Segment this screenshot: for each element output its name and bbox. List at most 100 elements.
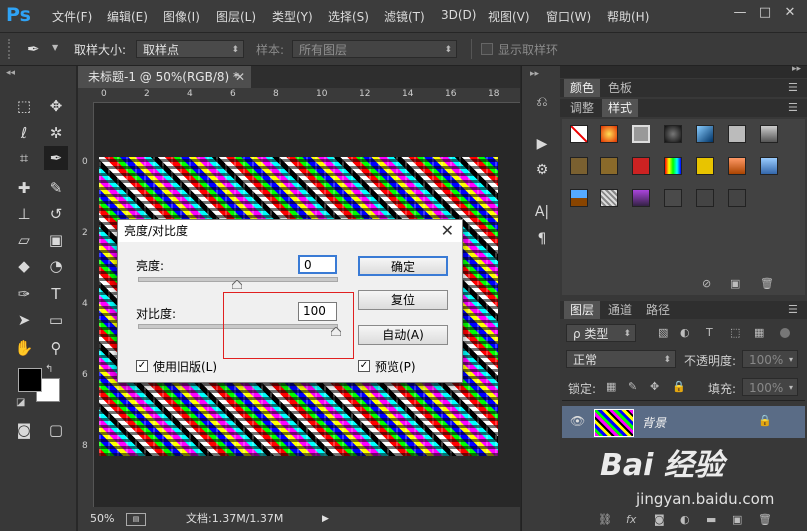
style-swatch[interactable] bbox=[696, 125, 714, 143]
style-none-swatch[interactable] bbox=[570, 125, 588, 143]
layer-filter-dropdown[interactable]: ρ 类型 ⬍ bbox=[566, 324, 636, 342]
actions-panel-icon[interactable]: ▶ bbox=[530, 134, 554, 154]
path-selection-tool-icon[interactable]: ➤ bbox=[14, 310, 34, 330]
status-options-icon[interactable]: ▤ bbox=[126, 513, 146, 526]
menu-type[interactable]: 类型(Y) bbox=[272, 8, 313, 25]
filter-shape-icon[interactable]: ⬚ bbox=[730, 326, 740, 339]
foreground-color-swatch[interactable] bbox=[18, 368, 42, 392]
lock-pixels-icon[interactable]: ✎ bbox=[628, 380, 637, 393]
eraser-tool-icon[interactable]: ▱ bbox=[14, 230, 34, 250]
eyedropper-tool-icon[interactable]: ✒ bbox=[27, 39, 47, 59]
move-tool-icon[interactable]: ✥ bbox=[46, 96, 66, 116]
style-swatch[interactable] bbox=[760, 157, 778, 175]
zoom-tool-icon[interactable]: ⚲ bbox=[46, 338, 66, 358]
style-swatch[interactable] bbox=[570, 157, 588, 175]
menu-help[interactable]: 帮助(H) bbox=[607, 8, 649, 25]
menu-layer[interactable]: 图层(L) bbox=[216, 8, 256, 25]
style-swatch[interactable] bbox=[664, 125, 682, 143]
link-layers-icon[interactable]: ⛓ bbox=[598, 513, 612, 526]
reset-button[interactable]: 复位 bbox=[358, 290, 448, 310]
menu-select[interactable]: 选择(S) bbox=[328, 8, 369, 25]
auto-button[interactable]: 自动(A) bbox=[358, 325, 448, 345]
style-swatch[interactable] bbox=[664, 157, 682, 175]
brightness-slider-thumb[interactable] bbox=[232, 280, 242, 289]
style-swatch[interactable] bbox=[570, 189, 588, 207]
swap-colors-icon[interactable]: ↰ bbox=[45, 364, 53, 375]
filter-smart-icon[interactable]: ▦ bbox=[754, 326, 764, 339]
lock-all-icon[interactable]: 🔒 bbox=[672, 380, 686, 393]
marquee-tool-icon[interactable]: ⬚ bbox=[14, 96, 34, 116]
lasso-tool-icon[interactable]: ℓ bbox=[14, 123, 34, 143]
dialog-close-icon[interactable]: ✕ bbox=[441, 220, 454, 242]
filter-adjustment-icon[interactable]: ◐ bbox=[680, 326, 690, 339]
expand-panels-icon[interactable]: ▸▸ bbox=[530, 69, 539, 79]
style-swatch[interactable] bbox=[632, 157, 650, 175]
tab-adjustments[interactable]: 调整 bbox=[564, 99, 600, 117]
tab-paths[interactable]: 路径 bbox=[640, 301, 676, 319]
menu-filter[interactable]: 滤镜(T) bbox=[384, 8, 425, 25]
tool-preset-chevron-icon[interactable]: ▼ bbox=[52, 43, 58, 52]
layer-name[interactable]: 背景 bbox=[642, 414, 666, 431]
minimize-button[interactable]: — bbox=[730, 3, 750, 23]
eyedropper-tool-selected-icon[interactable]: ✒ bbox=[44, 146, 68, 170]
character-panel-icon[interactable]: A| bbox=[530, 202, 554, 222]
blend-mode-dropdown[interactable]: 正常 ⬍ bbox=[566, 350, 676, 368]
panel-menu-icon[interactable]: ☰ bbox=[788, 303, 798, 316]
sample-dropdown[interactable]: 所有图层 ⬍ bbox=[292, 40, 457, 58]
history-brush-tool-icon[interactable]: ↺ bbox=[46, 204, 66, 224]
properties-panel-icon[interactable]: ⚙ bbox=[530, 160, 554, 180]
style-swatch[interactable] bbox=[600, 189, 618, 207]
document-tab[interactable]: 未标题-1 @ 50%(RGB/8) * ✕ bbox=[78, 66, 251, 88]
hand-tool-icon[interactable]: ✋ bbox=[14, 338, 34, 358]
tab-channels[interactable]: 通道 bbox=[602, 301, 638, 319]
history-panel-icon[interactable]: ⎌ bbox=[530, 92, 554, 112]
zoom-level[interactable]: 50% bbox=[90, 507, 114, 531]
filter-toggle[interactable] bbox=[780, 328, 790, 338]
new-style-icon[interactable]: ▣ bbox=[730, 277, 740, 290]
clear-style-icon[interactable]: ⊘ bbox=[702, 277, 711, 290]
layer-row-background[interactable]: 👁 背景 🔒 bbox=[562, 406, 805, 438]
menu-3d[interactable]: 3D(D) bbox=[441, 8, 476, 22]
filter-type-icon[interactable]: T bbox=[706, 326, 713, 339]
screen-mode-icon[interactable]: ▢ bbox=[46, 420, 66, 440]
close-window-button[interactable]: ✕ bbox=[780, 3, 800, 23]
tab-styles[interactable]: 样式 bbox=[602, 99, 639, 117]
magic-wand-tool-icon[interactable]: ✲ bbox=[46, 123, 66, 143]
style-swatch[interactable] bbox=[728, 157, 746, 175]
preview-checkbox[interactable]: ✓ bbox=[358, 360, 370, 372]
tab-layers[interactable]: 图层 bbox=[564, 301, 601, 319]
default-colors-icon[interactable]: ◪ bbox=[16, 397, 25, 408]
menu-view[interactable]: 视图(V) bbox=[488, 8, 530, 25]
menu-image[interactable]: 图像(I) bbox=[163, 8, 200, 25]
blur-tool-icon[interactable]: ◆ bbox=[14, 256, 34, 276]
paragraph-panel-icon[interactable]: ¶ bbox=[530, 229, 554, 249]
menu-edit[interactable]: 编辑(E) bbox=[107, 8, 148, 25]
brightness-input[interactable]: 0 bbox=[298, 255, 337, 274]
type-tool-icon[interactable]: T bbox=[46, 284, 66, 304]
style-swatch[interactable] bbox=[632, 189, 650, 207]
collapse-tools-icon[interactable]: ◂◂ bbox=[6, 68, 15, 78]
tab-swatches[interactable]: 色板 bbox=[602, 79, 638, 97]
restore-button[interactable]: □ bbox=[755, 3, 775, 23]
close-tab-icon[interactable]: ✕ bbox=[235, 66, 245, 88]
panel-menu-icon[interactable]: ☰ bbox=[788, 81, 798, 94]
style-swatch[interactable] bbox=[600, 125, 618, 143]
pen-tool-icon[interactable]: ✑ bbox=[14, 284, 34, 304]
style-swatch[interactable] bbox=[728, 125, 746, 143]
style-swatch[interactable] bbox=[600, 157, 618, 175]
menu-file[interactable]: 文件(F) bbox=[52, 8, 92, 25]
stamp-tool-icon[interactable]: ⊥ bbox=[14, 204, 34, 224]
add-mask-icon[interactable]: ◙ bbox=[654, 513, 665, 526]
visibility-eye-icon[interactable]: 👁 bbox=[570, 414, 585, 428]
fill-input[interactable]: 100% ▾ bbox=[742, 378, 798, 396]
show-ring-checkbox[interactable] bbox=[481, 43, 493, 55]
style-swatch[interactable] bbox=[696, 189, 714, 207]
panel-menu-icon[interactable]: ☰ bbox=[788, 101, 798, 114]
ok-button[interactable]: 确定 bbox=[358, 256, 448, 276]
menu-window[interactable]: 窗口(W) bbox=[546, 8, 591, 25]
new-group-icon[interactable]: ▬ bbox=[706, 513, 716, 526]
style-swatch[interactable] bbox=[632, 125, 650, 143]
tab-color[interactable]: 颜色 bbox=[564, 79, 601, 97]
brush-tool-icon[interactable]: ✎ bbox=[46, 178, 66, 198]
lock-transparency-icon[interactable]: ▦ bbox=[606, 380, 616, 393]
